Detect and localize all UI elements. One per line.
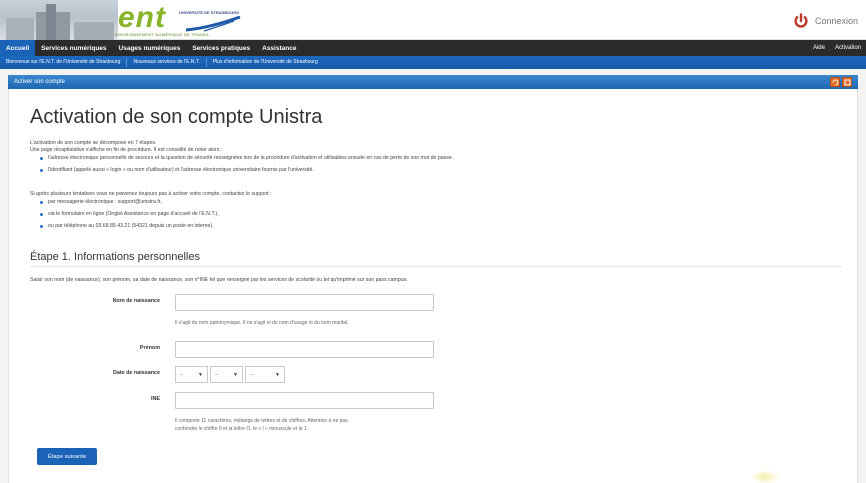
intro-bullet-1: l'adresse électronique personnelle de se…	[48, 155, 454, 161]
bullet-icon	[40, 157, 43, 160]
bullet-icon	[40, 225, 43, 228]
subnav-nouveaux-services[interactable]: Nouveaux services de l'E.N.T.	[127, 58, 207, 67]
section-divider	[30, 266, 842, 267]
date-month-select[interactable]: -- ▼	[210, 366, 243, 383]
intro-line-2: Une page récapitulative s'affiche en fin…	[30, 147, 223, 153]
portlet-title-bar: Activer son compte	[8, 75, 858, 89]
nom-label: Nom de naissance	[112, 298, 160, 304]
nav-assistance[interactable]: Assistance	[256, 40, 302, 56]
nom-help-text: Il s'agit du nom patronymique. Il ne s'a…	[175, 320, 349, 326]
ine-help-line-2: confondre le chiffre 0 et la lettre O, l…	[175, 426, 309, 432]
portlet-refresh-button[interactable]	[830, 77, 840, 87]
intro-line-1: L'activation de son compte se décompose …	[30, 140, 157, 146]
sub-navigation: Bienvenue sur l'E.N.T. de l'Université d…	[0, 56, 866, 69]
main-navigation: Accueil Services numériques Usages numér…	[0, 40, 866, 56]
chevron-down-icon: ▼	[233, 371, 238, 378]
ine-label: INE	[151, 396, 160, 402]
nav-activation[interactable]: Activation	[830, 40, 866, 56]
chevron-down-icon: ▼	[198, 371, 203, 378]
portlet-maximize-button[interactable]	[842, 77, 852, 87]
page-title: Activation de son compte Unistra	[30, 106, 323, 128]
prenom-label: Prénom	[139, 345, 160, 351]
step-instructions: Saisir son nom (de naissance), son préno…	[30, 277, 408, 283]
nav-services-numeriques[interactable]: Services numériques	[35, 40, 112, 56]
chevron-down-icon: ▼	[275, 371, 280, 378]
unistra-logo-text: UNIVERSITÉ DE STRASBOURG	[179, 10, 240, 15]
support-bullet-phone: ou par téléphone au 03.68.85.43.21 (5432…	[48, 223, 214, 229]
unistra-logo-icon	[185, 16, 241, 32]
support-line: Si après plusieurs tentatives vous ne pa…	[30, 191, 272, 197]
ine-help-line-1: Il comporte 11 caractères, mélange de le…	[175, 418, 348, 424]
nom-naissance-input[interactable]	[175, 294, 434, 311]
ent-logo-subtitle: ENVIRONNEMENT NUMÉRIQUE DE TRAVAIL	[115, 32, 210, 37]
bullet-icon	[40, 213, 43, 216]
header: ent ENVIRONNEMENT NUMÉRIQUE DE TRAVAIL U…	[0, 0, 866, 40]
ine-input[interactable]	[175, 392, 434, 409]
refresh-icon	[832, 79, 838, 85]
nav-aide[interactable]: Aide	[808, 40, 830, 56]
nav-services-pratiques[interactable]: Services pratiques	[186, 40, 256, 56]
connexion-label: Connexion	[814, 16, 858, 26]
bullet-icon	[40, 201, 43, 204]
date-year-value: --	[250, 371, 254, 378]
campus-banner-image	[0, 0, 118, 40]
power-icon	[794, 13, 808, 28]
next-step-button[interactable]: Étape suivante	[37, 448, 97, 465]
portlet-title: Activer son compte	[14, 79, 66, 85]
date-day-value: --	[180, 371, 184, 378]
bullet-icon	[40, 169, 43, 172]
prenom-input[interactable]	[175, 341, 434, 358]
date-day-select[interactable]: -- ▼	[175, 366, 208, 383]
ent-logo[interactable]: ent	[118, 1, 166, 35]
date-year-select[interactable]: -- ▼	[245, 366, 285, 383]
connexion-button[interactable]: Connexion	[793, 13, 858, 29]
maximize-icon	[844, 79, 850, 85]
nav-usages-numeriques[interactable]: Usages numériques	[113, 40, 187, 56]
subnav-bienvenue[interactable]: Bienvenue sur l'E.N.T. de l'Université d…	[0, 58, 128, 67]
nav-accueil[interactable]: Accueil	[0, 40, 36, 56]
step-title: Étape 1. Informations personnelles	[30, 251, 200, 263]
support-bullet-email: par messagerie électronique : support@un…	[48, 199, 162, 205]
date-month-value: --	[215, 371, 219, 378]
support-bullet-form: via le formulaire en ligne (Onglet Assis…	[48, 211, 219, 217]
decorative-glow	[750, 470, 780, 483]
date-label: Date de naissance	[112, 370, 160, 376]
intro-bullet-2: l'identifiant (appelé aussi « login » ou…	[48, 167, 314, 173]
subnav-plus-information[interactable]: Plus d'information de l'Université de St…	[207, 58, 324, 67]
